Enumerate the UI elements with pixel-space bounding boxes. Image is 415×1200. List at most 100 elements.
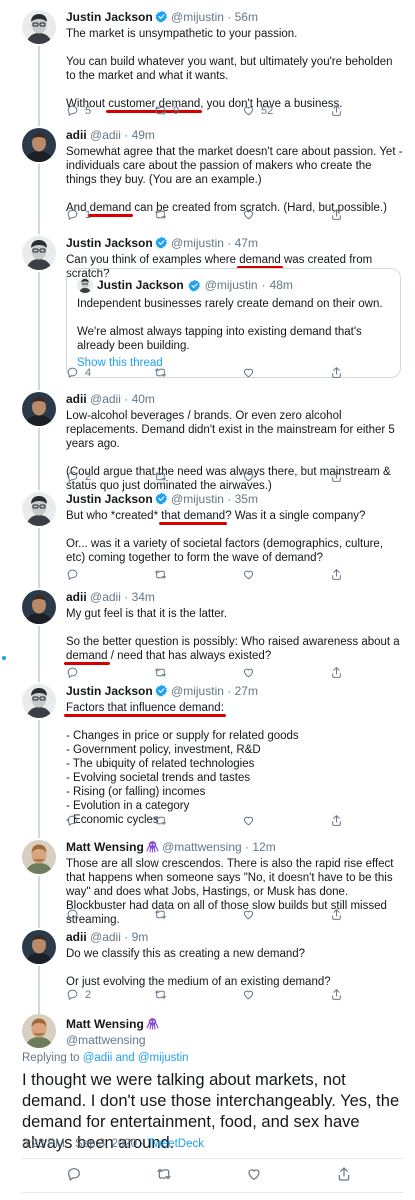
share-button[interactable]	[330, 366, 343, 379]
reply-icon[interactable]	[66, 1166, 82, 1182]
retweet-button[interactable]: 9	[154, 104, 179, 117]
tweet-time[interactable]: 49m	[132, 128, 155, 142]
tweet-time[interactable]: 9m	[132, 930, 149, 944]
tweet-timestamp: 3:23 PM · Sep 3, 2020 · TweetDeck	[22, 1138, 204, 1150]
avatar[interactable]	[22, 840, 56, 874]
tweet-time[interactable]: 56m	[235, 10, 258, 24]
reply-button[interactable]: 2	[66, 470, 91, 483]
share-button[interactable]	[330, 908, 343, 921]
avatar[interactable]	[22, 1014, 56, 1048]
retweet-button[interactable]	[154, 568, 167, 581]
retweet-button[interactable]	[154, 814, 167, 827]
author-handle: @mijustin	[171, 492, 224, 506]
avatar[interactable]	[22, 492, 56, 526]
author-name[interactable]: Justin Jackson	[66, 236, 153, 250]
reply-button[interactable]	[66, 568, 79, 581]
retweet-button[interactable]	[154, 366, 167, 379]
tweet-time[interactable]: 27m	[235, 684, 258, 698]
avatar[interactable]	[22, 392, 56, 426]
reply-button[interactable]: 1	[66, 208, 91, 221]
share-button[interactable]	[330, 666, 343, 679]
tweet-time[interactable]: 40m	[132, 392, 155, 406]
avatar[interactable]	[22, 236, 56, 270]
like-button[interactable]	[242, 208, 255, 221]
avatar[interactable]	[22, 930, 56, 964]
avatar[interactable]	[22, 684, 56, 718]
author-name[interactable]: adii	[66, 392, 87, 406]
retweet-icon	[154, 666, 167, 679]
author-name[interactable]: Justin Jackson	[66, 10, 153, 24]
reply-button[interactable]: 5	[66, 104, 91, 117]
avatar[interactable]	[22, 590, 56, 624]
like-button[interactable]	[242, 470, 255, 483]
tweet-header: adii @adii · 34m	[66, 590, 155, 604]
like-button[interactable]: 52	[242, 104, 273, 117]
share-button[interactable]	[330, 208, 343, 221]
like-icon	[242, 104, 255, 117]
tweet-text: My gut feel is that it is the latter. So…	[66, 608, 400, 662]
tweet-actions: 2	[66, 470, 366, 486]
retweet-button[interactable]	[154, 908, 167, 921]
like-icon	[242, 568, 255, 581]
share-button[interactable]	[330, 104, 343, 117]
like-button[interactable]	[242, 666, 255, 679]
like-button[interactable]	[242, 568, 255, 581]
thread-line	[38, 720, 40, 838]
share-icon	[330, 568, 343, 581]
retweet-button[interactable]	[154, 988, 167, 1001]
retweet-button[interactable]	[154, 666, 167, 679]
reply-button[interactable]	[66, 814, 79, 827]
client-link[interactable]: TweetDeck	[147, 1138, 204, 1150]
avatar[interactable]	[22, 10, 56, 44]
share-button[interactable]	[330, 470, 343, 483]
author-name[interactable]: adii	[66, 930, 87, 944]
reply-icon	[66, 208, 79, 221]
author-name[interactable]: Justin Jackson	[66, 684, 153, 698]
replying-to-users-link[interactable]: @adii and @mijustin	[83, 1052, 189, 1064]
author-handle: @adii	[90, 590, 121, 604]
like-button[interactable]	[242, 366, 255, 379]
author-name[interactable]: Matt Wensing	[66, 840, 144, 854]
author-name[interactable]: adii	[66, 128, 87, 142]
share-button[interactable]	[330, 988, 343, 1001]
retweet-icon	[154, 568, 167, 581]
main-tweet-actions	[0, 1166, 415, 1184]
reply-button[interactable]	[66, 666, 79, 679]
tweet-header: Justin Jackson @mijustin · 27m	[66, 684, 258, 698]
tweet-header: Justin Jackson @mijustin · 47m	[66, 236, 258, 250]
avatar[interactable]	[22, 128, 56, 162]
share-icon[interactable]	[336, 1166, 352, 1182]
like-icon	[242, 908, 255, 921]
author-name[interactable]: adii	[66, 590, 87, 604]
author-handle: @adii	[90, 128, 121, 142]
retweet-icon[interactable]	[156, 1166, 172, 1182]
thread-line	[38, 528, 40, 588]
reply-button[interactable]	[66, 908, 79, 921]
like-button[interactable]	[242, 988, 255, 1001]
reply-button[interactable]: 2	[66, 988, 91, 1001]
like-button[interactable]	[242, 814, 255, 827]
retweet-button[interactable]	[154, 208, 167, 221]
tweet-time[interactable]: 35m	[235, 492, 258, 506]
like-button[interactable]	[242, 908, 255, 921]
tweet-time[interactable]: 12m	[252, 840, 275, 854]
tweet-text: Do we classify this as creating a new de…	[66, 948, 331, 988]
share-button[interactable]	[330, 814, 343, 827]
reply-icon	[66, 568, 79, 581]
retweet-icon	[154, 470, 167, 483]
tweet-time[interactable]: 34m	[132, 590, 155, 604]
share-icon	[330, 988, 343, 1001]
tweet-time[interactable]: 47m	[235, 236, 258, 250]
share-icon	[330, 470, 343, 483]
quoted-tweet[interactable]: Justin Jackson @mijustin · 48m Independe…	[66, 268, 401, 378]
like-icon[interactable]	[246, 1166, 262, 1182]
verified-badge-icon	[188, 279, 201, 292]
tweet-text: Factors that influence demand: - Changes…	[66, 701, 405, 827]
share-icon	[330, 366, 343, 379]
reply-button[interactable]: 4	[66, 366, 91, 379]
tweet-actions	[66, 814, 366, 830]
retweet-button[interactable]	[154, 470, 167, 483]
author-name[interactable]: Matt Wensing	[66, 1017, 144, 1031]
share-button[interactable]	[330, 568, 343, 581]
author-name[interactable]: Justin Jackson	[66, 492, 153, 506]
